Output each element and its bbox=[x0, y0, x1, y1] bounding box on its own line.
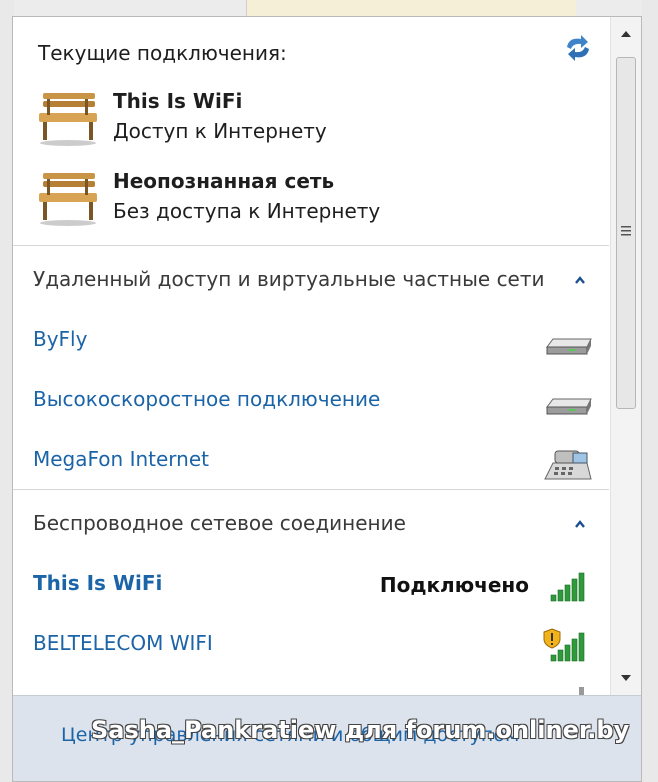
wifi-signal-icon bbox=[579, 687, 584, 695]
network-item-byfly[interactable]: ByFly bbox=[33, 321, 593, 367]
connection-name: This Is WiFi bbox=[113, 89, 243, 113]
connection-status: Без доступа к Интернету bbox=[113, 199, 381, 223]
wifi-item-beltelecom[interactable]: BELTELECOM WIFI bbox=[33, 625, 593, 671]
connection-name: Неопознанная сеть bbox=[113, 169, 335, 193]
wifi-item-partial[interactable] bbox=[33, 679, 593, 695]
current-connection-1: This Is WiFi Доступ к Интернету bbox=[33, 87, 593, 157]
current-connection-2: Неопознанная сеть Без доступа к Интернет… bbox=[33, 167, 593, 237]
modem-icon bbox=[546, 398, 592, 415]
scroll-down-icon[interactable] bbox=[611, 661, 641, 695]
wifi-item-this-is-wifi[interactable]: This Is WiFi Подключено bbox=[33, 565, 593, 611]
network-list: Текущие подключения: This Is WiFi Доступ… bbox=[13, 17, 610, 695]
dialup-phone-icon bbox=[544, 450, 592, 480]
chevron-up-icon bbox=[575, 276, 585, 284]
background-window-right bbox=[642, 0, 658, 782]
network-bench-icon bbox=[39, 173, 97, 226]
scroll-up-icon[interactable] bbox=[611, 17, 641, 51]
network-item-highspeed[interactable]: Высокоскоростное подключение bbox=[33, 381, 593, 427]
section-label: Удаленный доступ и виртуальные частные с… bbox=[33, 267, 545, 291]
network-flyout: Текущие подключения: This Is WiFi Доступ… bbox=[12, 16, 642, 782]
network-item-label: Высокоскоростное подключение bbox=[33, 387, 381, 411]
scrollbar-thumb[interactable] bbox=[616, 57, 636, 409]
grip-icon bbox=[621, 226, 631, 236]
connection-state-badge: Подключено bbox=[379, 573, 529, 597]
separator bbox=[13, 245, 609, 246]
network-item-label: This Is WiFi bbox=[33, 571, 163, 595]
watermark: Sasha_Pankratiew для forum.onliner.by bbox=[91, 716, 630, 744]
connection-status: Доступ к Интернету bbox=[113, 119, 327, 143]
chevron-up-icon bbox=[575, 520, 585, 528]
wifi-signal-icon bbox=[550, 572, 585, 602]
modem-icon bbox=[546, 338, 592, 355]
separator bbox=[13, 489, 609, 490]
network-item-label: BELTELECOM WIFI bbox=[33, 631, 213, 655]
network-item-label: MegaFon Internet bbox=[33, 447, 209, 471]
scrollbar[interactable] bbox=[610, 17, 641, 695]
section-wireless-header[interactable]: Беспроводное сетевое соединение bbox=[33, 511, 603, 543]
flyout-footer: Центр управления сетями и общим доступом… bbox=[13, 695, 641, 781]
network-item-label: ByFly bbox=[33, 327, 88, 351]
section-label: Беспроводное сетевое соединение bbox=[33, 511, 406, 535]
network-item-megafon[interactable]: MegaFon Internet bbox=[33, 441, 593, 487]
wifi-signal-secured-warning-icon bbox=[543, 628, 585, 662]
refresh-icon[interactable] bbox=[561, 33, 595, 63]
section-dialup-vpn-header[interactable]: Удаленный доступ и виртуальные частные с… bbox=[33, 267, 603, 299]
network-bench-icon bbox=[39, 93, 97, 146]
current-connections-title: Текущие подключения: bbox=[38, 41, 287, 65]
